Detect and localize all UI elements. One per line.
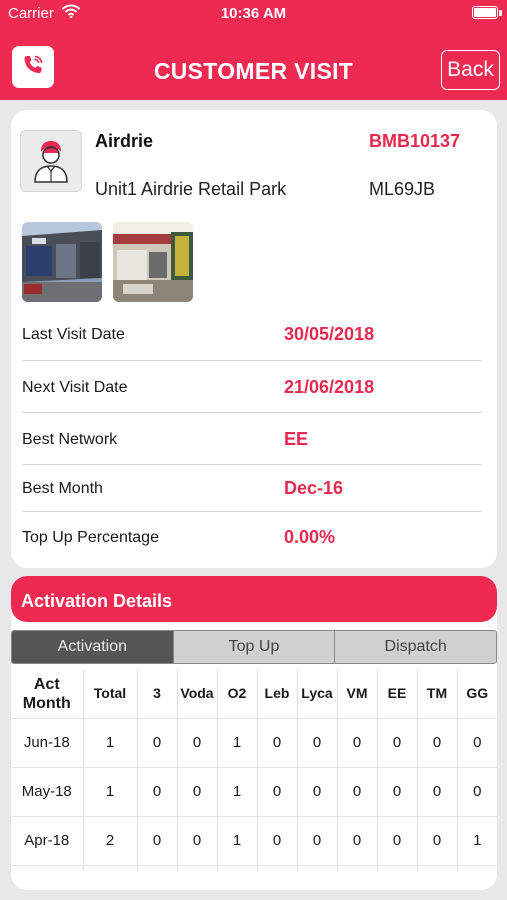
store-name: Airdrie — [95, 131, 154, 151]
shopkeeper-avatar-icon — [20, 130, 82, 192]
table-cell: 0 — [297, 718, 338, 768]
row-divider — [22, 412, 482, 413]
table-cell — [337, 865, 378, 870]
store-code: BMB10137 — [369, 131, 461, 151]
tab-activation[interactable]: Activation — [12, 631, 174, 663]
table-cell: 0 — [177, 718, 218, 768]
visit-info-value: 21/06/2018 — [284, 377, 375, 397]
table-header-row: Act Month Total 3 Voda O2 Leb Lyca VM EE… — [11, 670, 497, 719]
table-row: Jun-18 1 0 0 1 0 0 0 0 0 0 — [11, 718, 497, 768]
table-cell: 0 — [417, 816, 458, 866]
table-cell: 0 — [177, 816, 218, 866]
table-cell: 0 — [457, 718, 497, 768]
table-cell: 0 — [257, 767, 298, 817]
table-cell — [257, 865, 298, 870]
table-cell: 1 — [217, 816, 258, 866]
table-cell: 1 — [457, 816, 497, 866]
column-header: GG — [457, 670, 497, 719]
table-cell: 0 — [297, 767, 338, 817]
table-cell: 0 — [137, 816, 178, 866]
table-cell: 0 — [257, 816, 298, 866]
table-cell — [297, 865, 338, 870]
table-cell: 0 — [417, 767, 458, 817]
table-cell: 0 — [257, 718, 298, 768]
visit-info-value: EE — [284, 429, 309, 449]
visit-info-label: Best Month — [22, 480, 103, 497]
column-header: VM — [337, 670, 378, 719]
table-cell — [377, 865, 418, 870]
table-cell: 0 — [377, 767, 418, 817]
table-cell — [83, 865, 138, 870]
table-cell — [177, 865, 218, 870]
back-button[interactable]: Back — [441, 50, 500, 90]
column-header: EE — [377, 670, 418, 719]
table-cell: 1 — [217, 718, 258, 768]
table-cell: 0 — [417, 718, 458, 768]
visit-info-label: Last Visit Date — [22, 326, 125, 343]
activation-title: Activation Details — [21, 591, 173, 611]
table-cell: Jun-18 — [11, 718, 84, 768]
visit-info-value: 0.00% — [284, 527, 336, 547]
table-cell: 0 — [337, 718, 378, 768]
table-cell: 1 — [217, 767, 258, 817]
visit-info-label: Top Up Percentage — [22, 529, 159, 546]
table-cell: 0 — [177, 767, 218, 817]
table-cell — [11, 865, 84, 870]
store-exterior-photo[interactable] — [22, 222, 102, 302]
status-time: 10:36 AM — [220, 5, 287, 22]
column-header: O2 — [217, 670, 258, 719]
activation-tabs: Activation Top Up Dispatch — [11, 630, 497, 664]
table-row: May-18 1 0 0 1 0 0 0 0 0 0 — [11, 767, 497, 817]
visit-info-label: Best Network — [22, 431, 118, 448]
store-interior-photo[interactable] — [113, 222, 193, 302]
app-header: Carrier 10:36 AM CUSTOMER VISIT Back — [0, 0, 507, 100]
table-cell — [137, 865, 178, 870]
table-cell: 0 — [337, 767, 378, 817]
page-title: CUSTOMER VISIT — [153, 58, 354, 84]
column-header-label: Act Month — [22, 675, 71, 712]
table-cell: 0 — [377, 718, 418, 768]
table-cell — [217, 865, 258, 870]
column-header: TM — [417, 670, 458, 719]
table-cell — [417, 865, 458, 870]
battery-icon — [472, 6, 498, 19]
table-cell — [457, 865, 497, 870]
visit-info-label: Next Visit Date — [22, 379, 128, 396]
table-cell: 0 — [337, 816, 378, 866]
table-cell: 0 — [377, 816, 418, 866]
table-row: Apr-18 2 0 0 1 0 0 0 0 0 1 — [11, 816, 497, 866]
table-cell: May-18 — [11, 767, 84, 817]
column-header: Leb — [257, 670, 298, 719]
table-cell: 0 — [137, 767, 178, 817]
store-address: Unit1 Airdrie Retail Park — [95, 179, 287, 199]
table-cell: 0 — [137, 718, 178, 768]
column-header: Voda — [177, 670, 218, 719]
store-postcode: ML69JB — [369, 179, 436, 199]
row-divider — [22, 464, 482, 465]
activation-details-card: Activation Details Activation Top Up Dis… — [11, 576, 497, 890]
activation-header: Activation Details — [11, 576, 497, 622]
status-bar: Carrier 10:36 AM — [0, 0, 507, 28]
column-header: Total — [83, 670, 138, 719]
table-cell: 0 — [297, 816, 338, 866]
table-cell: 0 — [457, 767, 497, 817]
table-cell: 1 — [83, 767, 138, 817]
row-divider — [22, 511, 482, 512]
column-header: 3 — [137, 670, 178, 719]
column-header: Act Month — [11, 670, 84, 719]
table-row — [11, 865, 497, 870]
column-header: Lyca — [297, 670, 338, 719]
row-divider — [22, 360, 482, 361]
visit-info-value: Dec-16 — [284, 478, 344, 498]
tab-dispatch[interactable]: Dispatch — [335, 631, 496, 663]
table-cell: 2 — [83, 816, 138, 866]
store-details-card: Airdrie BMB10137 Unit1 Airdrie Retail Pa… — [11, 110, 497, 568]
tab-top-up[interactable]: Top Up — [173, 631, 336, 663]
activation-table: Act Month Total 3 Voda O2 Leb Lyca VM EE… — [11, 670, 497, 870]
visit-info-value: 30/05/2018 — [284, 324, 375, 344]
battery-tip — [499, 10, 502, 16]
table-cell: Apr-18 — [11, 816, 84, 866]
table-cell: 1 — [83, 718, 138, 768]
